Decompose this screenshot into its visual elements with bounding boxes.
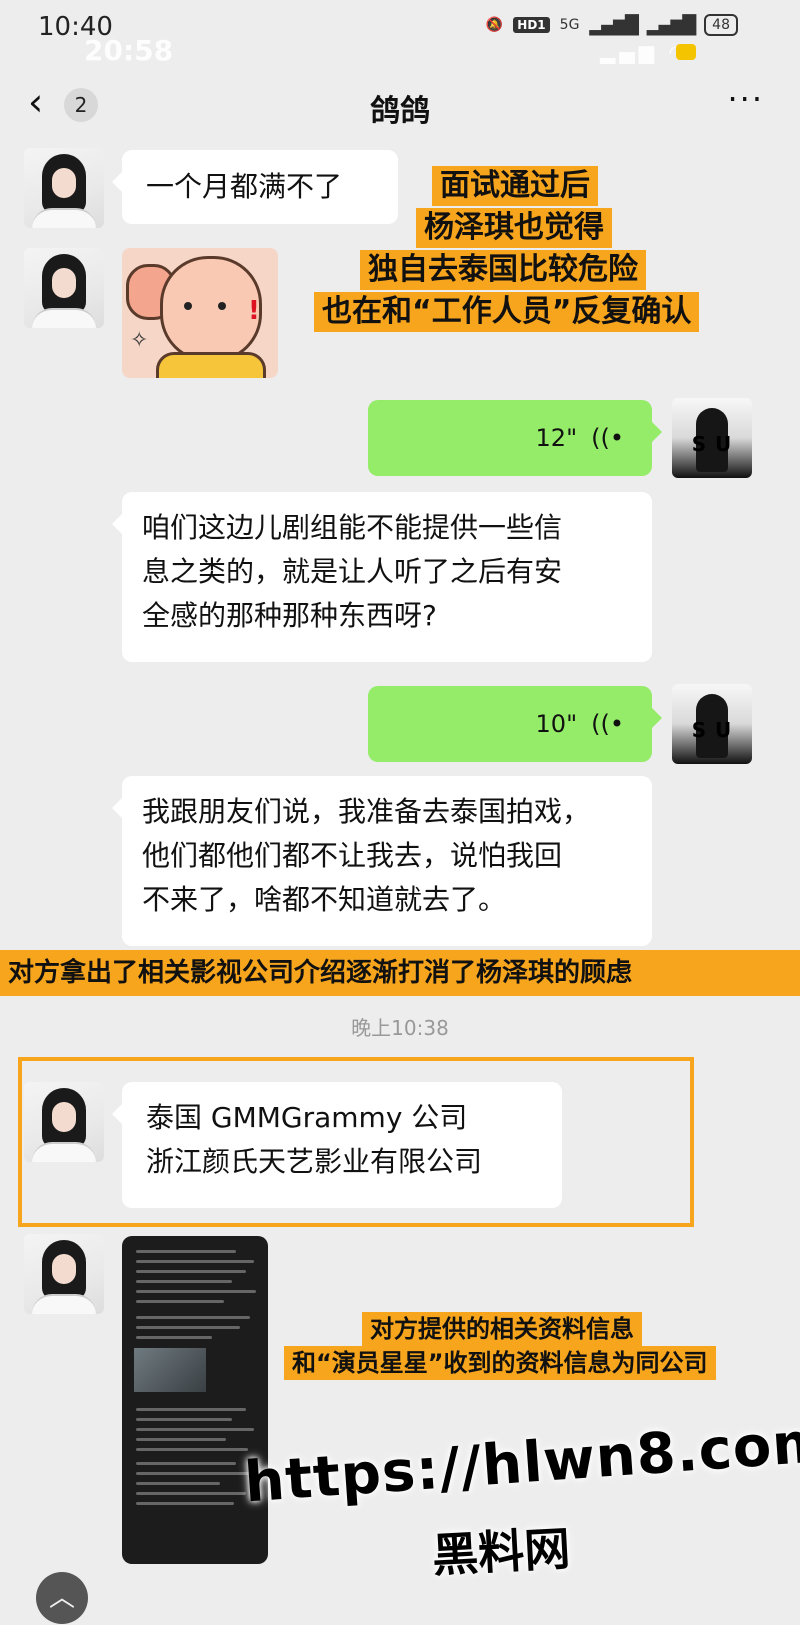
caption-line: 面试通过后	[432, 166, 598, 206]
voice-message[interactable]: 12" ((•	[368, 400, 662, 476]
voice-wave-icon: ((•	[591, 424, 624, 452]
caption-line: 也在和“工作人员”反复确认	[314, 292, 700, 332]
overlay-time: 20:58	[84, 34, 174, 67]
voice-wave-icon: ((•	[591, 710, 624, 738]
caption-line: 对方提供的相关资料信息	[362, 1312, 642, 1346]
contact-avatar[interactable]	[24, 248, 104, 328]
voice-duration: 12"	[535, 424, 578, 452]
my-avatar[interactable]: S U	[672, 398, 752, 478]
sticker-image[interactable]: ! ✧	[122, 248, 278, 378]
contact-avatar[interactable]	[24, 1234, 104, 1314]
chevron-up-icon[interactable]: ︿	[36, 1572, 88, 1624]
watermark-url: https://hlwn8.com	[242, 1409, 800, 1516]
chat-title: 鸽鸽	[370, 94, 430, 129]
message-text-line: 我跟朋友们说，我准备去泰国拍戏，	[142, 795, 591, 828]
overlay-battery-icon	[676, 44, 696, 60]
message-timestamp: 晚上10:38	[351, 1016, 449, 1040]
message-text-line: 浙江颜氏天艺影业有限公司	[146, 1145, 483, 1178]
contact-avatar[interactable]	[24, 1082, 104, 1162]
network-label: 5G	[559, 17, 580, 33]
status-icons: 🔕 HD1 5G ▂▄▆█ ▂▄▆█ 48	[486, 14, 738, 36]
message-text-line: 息之类的，就是让人听了之后有安	[142, 555, 563, 588]
message-text-line: 他们都他们都不让我去，说怕我回	[142, 839, 563, 872]
hd-badge: HD1	[513, 17, 550, 33]
message-text-line: 泰国 GMMGrammy 公司	[146, 1101, 468, 1134]
message-text-line: 全感的那种那种东西呀?	[142, 599, 437, 632]
message-bubble[interactable]: 泰国 GMMGrammy 公司 浙江颜氏天艺影业有限公司	[112, 1082, 562, 1208]
message-bubble[interactable]: 咱们这边儿剧组能不能提供一些信 息之类的，就是让人听了之后有安 全感的那种那种东…	[112, 492, 652, 662]
status-bar: 10:40 20:58 🔕 HD1 5G ▂▄▆█ ▂▄▆█ 48 ▂▄▆ ◠	[0, 0, 800, 68]
caption-line: 杨泽琪也觉得	[416, 208, 612, 248]
chat-header: ‹ 2 鸽鸽 ···	[0, 76, 800, 136]
caption-line: 和“演员星星”收到的资料信息为同公司	[284, 1346, 716, 1380]
signal-2-icon: ▂▄▆█	[646, 14, 696, 36]
contact-avatar[interactable]	[24, 148, 104, 228]
battery-icon: 48	[704, 14, 738, 36]
voice-message[interactable]: 10" ((•	[368, 686, 662, 762]
message-text-line: 不来了，啥都不知道就去了。	[142, 883, 507, 916]
watermark-name: 黑料网	[430, 1521, 572, 1583]
signal-icon: ▂▄▆█	[589, 14, 638, 36]
mute-icon: 🔕	[485, 17, 504, 33]
caption-line: 独自去泰国比较危险	[360, 250, 646, 290]
message-bubble[interactable]: 一个月都满不了	[112, 150, 398, 224]
ellipsis-icon[interactable]: ···	[727, 80, 764, 118]
voice-duration: 10"	[535, 710, 578, 738]
message-text: 一个月都满不了	[146, 170, 343, 203]
caption-banner: 对方拿出了相关影视公司介绍逐渐打消了杨泽琪的顾虑	[0, 950, 800, 996]
message-bubble[interactable]: 我跟朋友们说，我准备去泰国拍戏， 他们都他们都不让我去，说怕我回 不来了，啥都不…	[112, 776, 652, 946]
message-text-line: 咱们这边儿剧组能不能提供一些信	[142, 511, 563, 544]
my-avatar[interactable]: S U	[672, 684, 752, 764]
